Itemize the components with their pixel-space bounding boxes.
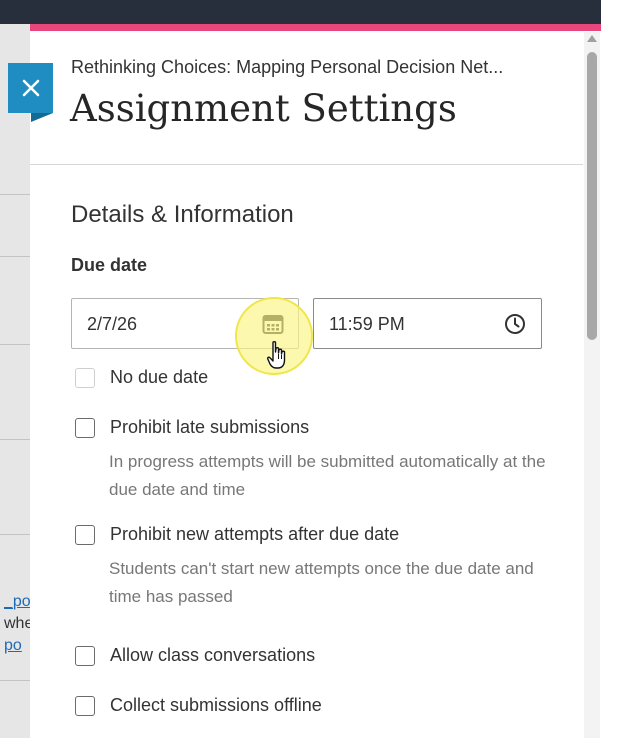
option-help-text: Students can't start new attempts once t…: [109, 559, 534, 606]
scroll-up-arrow-icon[interactable]: [587, 35, 597, 42]
course-title: Rethinking Choices: Mapping Personal Dec…: [71, 57, 504, 77]
scrollbar-thumb[interactable]: [587, 52, 597, 340]
option-label: Prohibit new attempts after due date: [110, 524, 400, 544]
option-label: Collect submissions offline: [110, 695, 322, 715]
option-label: Prohibit late submissions: [110, 417, 310, 437]
panel-header: Rethinking Choices: Mapping Personal Dec…: [30, 31, 583, 165]
due-time-input[interactable]: 11:59 PM: [313, 298, 542, 349]
option-label: Allow class conversations: [110, 645, 316, 665]
option-label: No due date: [110, 367, 209, 387]
no-due-date-checkbox[interactable]: [75, 367, 95, 388]
prohibit-late-submissions-checkbox[interactable]: [75, 417, 95, 438]
close-button[interactable]: [8, 63, 53, 122]
prohibit-new-attempts-checkbox[interactable]: [75, 524, 95, 545]
allow-class-conversations-checkbox[interactable]: [75, 645, 95, 666]
background-link-snippet[interactable]: _po: [4, 591, 30, 613]
hand-cursor-icon: [266, 340, 288, 375]
page-edge: [601, 0, 618, 738]
top-bar: [0, 0, 601, 24]
clock-icon[interactable]: [504, 313, 526, 340]
close-icon: [22, 79, 39, 97]
section-heading: Details & Information: [71, 201, 294, 228]
prohibit-new-attempts-option[interactable]: Prohibit new attempts after due date: [75, 524, 399, 545]
background-page: _po whe po: [0, 24, 32, 738]
assignment-settings-panel: Rethinking Choices: Mapping Personal Dec…: [30, 24, 601, 738]
prohibit-late-submissions-option[interactable]: Prohibit late submissions: [75, 417, 309, 438]
background-link-snippet[interactable]: po: [4, 635, 30, 657]
no-due-date-option[interactable]: No due date: [75, 367, 208, 388]
allow-class-conversations-option[interactable]: Allow class conversations: [75, 645, 315, 666]
close-button-tab: [31, 113, 53, 122]
accent-stripe: [30, 24, 601, 31]
page-title: Assignment Settings: [70, 87, 457, 130]
due-time-value: 11:59 PM: [329, 314, 405, 334]
due-date-value: 2/7/26: [87, 314, 138, 334]
option-help-text: In progress attempts will be submitted a…: [109, 452, 546, 499]
collect-submissions-offline-checkbox[interactable]: [75, 695, 95, 716]
background-text-snippet: whe: [4, 615, 30, 632]
collect-submissions-offline-option[interactable]: Collect submissions offline: [75, 695, 322, 716]
due-date-label: Due date: [71, 255, 148, 275]
